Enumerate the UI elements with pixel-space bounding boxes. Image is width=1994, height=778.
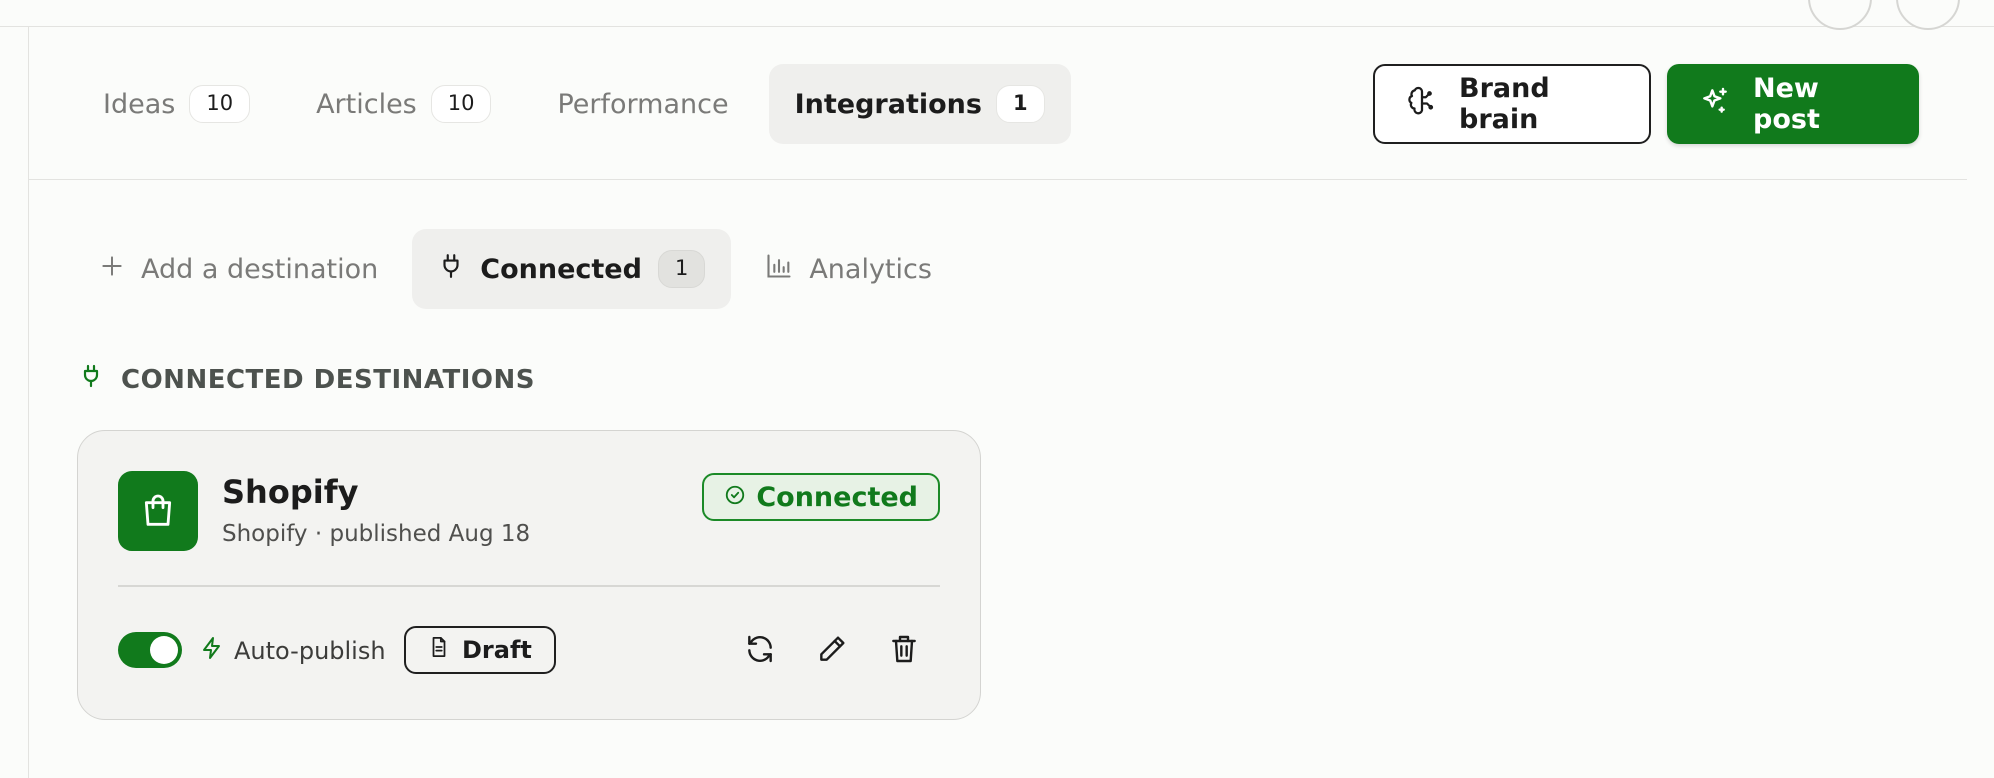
auto-publish: Auto-publish <box>200 634 386 668</box>
delete-button[interactable] <box>884 631 924 671</box>
trash-icon <box>888 633 920 669</box>
status-badge: Connected <box>702 473 940 521</box>
avatar[interactable] <box>1896 0 1960 30</box>
pencil-icon <box>816 633 848 669</box>
plug-icon <box>79 361 103 398</box>
draft-label: Draft <box>462 636 532 664</box>
tab-count: 1 <box>995 85 1045 123</box>
plus-icon <box>99 253 125 286</box>
tab-label: Performance <box>557 88 729 120</box>
card-divider <box>118 585 940 587</box>
edit-button[interactable] <box>812 631 852 671</box>
check-circle-icon <box>724 482 746 513</box>
toggle-knob <box>150 636 178 664</box>
sync-button[interactable] <box>740 631 780 671</box>
destination-subtitle: Shopify · published Aug 18 <box>222 521 531 547</box>
subtab-count: 1 <box>657 250 706 288</box>
new-post-button[interactable]: New post <box>1667 64 1919 144</box>
draft-button[interactable]: Draft <box>404 626 556 674</box>
auto-publish-toggle[interactable] <box>118 632 182 668</box>
plug-icon <box>438 251 464 288</box>
left-rail <box>0 26 29 778</box>
document-icon <box>428 635 450 665</box>
sparkles-icon <box>1699 85 1731 124</box>
subtab-analytics[interactable]: Analytics <box>739 229 958 309</box>
tab-ideas[interactable]: Ideas 10 <box>77 64 276 144</box>
main-content: Ideas 10 Articles 10 Performance Integra… <box>29 27 1967 778</box>
brain-icon <box>1407 86 1437 123</box>
tab-integrations[interactable]: Integrations 1 <box>768 64 1071 144</box>
subtab-label: Analytics <box>809 253 932 285</box>
subtab-add-destination[interactable]: Add a destination <box>73 229 404 309</box>
top-bar <box>0 0 1994 30</box>
tab-bar: Ideas 10 Articles 10 Performance Integra… <box>29 27 1967 180</box>
subtab-label: Connected <box>480 253 642 285</box>
section-header: CONNECTED DESTINATIONS <box>79 361 535 398</box>
tab-performance[interactable]: Performance <box>531 64 754 144</box>
tab-label: Articles <box>316 88 417 120</box>
bar-chart-icon <box>765 252 793 287</box>
refresh-icon <box>744 633 776 669</box>
header-actions: Brand brain New post <box>1373 64 1919 144</box>
auto-publish-label: Auto-publish <box>234 637 386 665</box>
tab-count: 10 <box>189 85 251 123</box>
new-post-label: New post <box>1753 73 1820 135</box>
top-tabs: Ideas 10 Articles 10 Performance Integra… <box>77 64 1071 144</box>
destination-name: Shopify <box>222 473 359 511</box>
subtab-label: Add a destination <box>141 253 379 285</box>
destination-card: Shopify Shopify · published Aug 18 Conne… <box>77 430 981 720</box>
brand-brain-button[interactable]: Brand brain <box>1373 64 1651 144</box>
shopping-bag-icon <box>118 471 198 551</box>
sub-tabs: Add a destination Connected 1 Analytics <box>73 229 958 309</box>
status-label: Connected <box>756 481 918 513</box>
subtab-connected[interactable]: Connected 1 <box>412 229 732 309</box>
section-title: CONNECTED DESTINATIONS <box>121 364 536 395</box>
brand-brain-label: Brand brain <box>1459 73 1550 135</box>
tab-count: 10 <box>430 85 492 123</box>
tab-label: Integrations <box>794 88 982 120</box>
tab-articles[interactable]: Articles 10 <box>290 64 517 144</box>
tab-label: Ideas <box>103 88 176 120</box>
lightning-icon <box>200 634 224 668</box>
top-icon-button[interactable] <box>1808 0 1872 30</box>
